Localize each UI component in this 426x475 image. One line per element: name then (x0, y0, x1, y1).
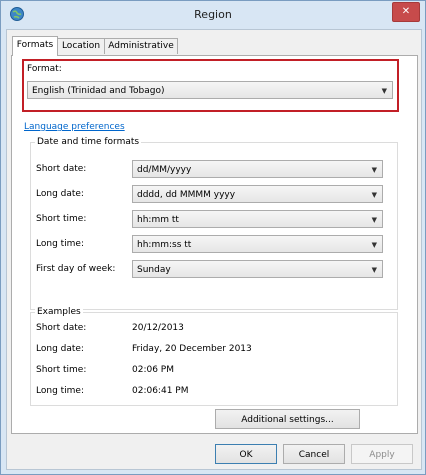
tab-location[interactable]: Location (56, 38, 106, 54)
dialog-body: Formats Location Administrative Format: … (6, 29, 422, 470)
ok-button[interactable]: OK (215, 444, 277, 464)
example-long-time-value: 02:06:41 PM (132, 386, 189, 396)
long-date-dropdown[interactable]: dddd, dd MMMM yyyy ▼ (132, 185, 383, 203)
first-day-of-week-dropdown[interactable]: Sunday ▼ (132, 260, 383, 278)
cancel-button[interactable]: Cancel (283, 444, 345, 464)
chevron-down-icon: ▼ (381, 87, 387, 95)
format-dropdown-value: English (Trinidad and Tobago) (32, 86, 165, 96)
tab-formats[interactable]: Formats (12, 36, 58, 56)
chevron-down-icon: ▼ (371, 266, 377, 274)
tab-administrative[interactable]: Administrative (104, 38, 178, 54)
short-date-dropdown[interactable]: dd/MM/yyyy ▼ (132, 160, 383, 178)
short-time-label: Short time: (36, 214, 87, 224)
chevron-down-icon: ▼ (371, 166, 377, 174)
short-date-value: dd/MM/yyyy (137, 165, 192, 175)
long-time-label: Long time: (36, 239, 85, 249)
title-bar[interactable]: Region ✕ (1, 1, 425, 29)
examples-title: Examples (35, 307, 83, 317)
short-date-label: Short date: (36, 164, 87, 174)
language-preferences-link[interactable]: Language preferences (24, 122, 125, 132)
short-time-dropdown[interactable]: hh:mm tt ▼ (132, 210, 383, 228)
long-time-value: hh:mm:ss tt (137, 240, 192, 250)
long-date-label: Long date: (36, 189, 84, 199)
example-short-date-value: 20/12/2013 (132, 323, 184, 333)
date-time-formats-title: Date and time formats (35, 137, 142, 147)
first-day-of-week-value: Sunday (137, 265, 171, 275)
example-long-time-label: Long time: (36, 386, 85, 396)
format-label: Format: (27, 64, 62, 74)
chevron-down-icon: ▼ (371, 191, 377, 199)
apply-button[interactable]: Apply (351, 444, 413, 464)
region-dialog: Region ✕ Formats Location Administrative… (0, 0, 426, 475)
format-dropdown[interactable]: English (Trinidad and Tobago) ▼ (27, 81, 393, 99)
examples-group: Examples Short date: 20/12/2013 Long dat… (30, 307, 398, 406)
additional-settings-button[interactable]: Additional settings... (215, 409, 360, 429)
example-long-date-value: Friday, 20 December 2013 (132, 344, 252, 354)
example-long-date-label: Long date: (36, 344, 84, 354)
long-date-value: dddd, dd MMMM yyyy (137, 190, 236, 200)
short-time-value: hh:mm tt (137, 215, 179, 225)
date-time-formats-group: Date and time formats Short date: dd/MM/… (30, 137, 398, 310)
chevron-down-icon: ▼ (371, 241, 377, 249)
first-day-of-week-label: First day of week: (36, 264, 116, 274)
window-title: Region (194, 8, 232, 21)
long-time-dropdown[interactable]: hh:mm:ss tt ▼ (132, 235, 383, 253)
close-button[interactable]: ✕ (392, 2, 420, 22)
example-short-time-label: Short time: (36, 365, 87, 375)
example-short-date-label: Short date: (36, 323, 87, 333)
chevron-down-icon: ▼ (371, 216, 377, 224)
format-highlight: Format: English (Trinidad and Tobago) ▼ (22, 59, 399, 112)
example-short-time-value: 02:06 PM (132, 365, 174, 375)
formats-panel: Format: English (Trinidad and Tobago) ▼ … (11, 55, 418, 434)
